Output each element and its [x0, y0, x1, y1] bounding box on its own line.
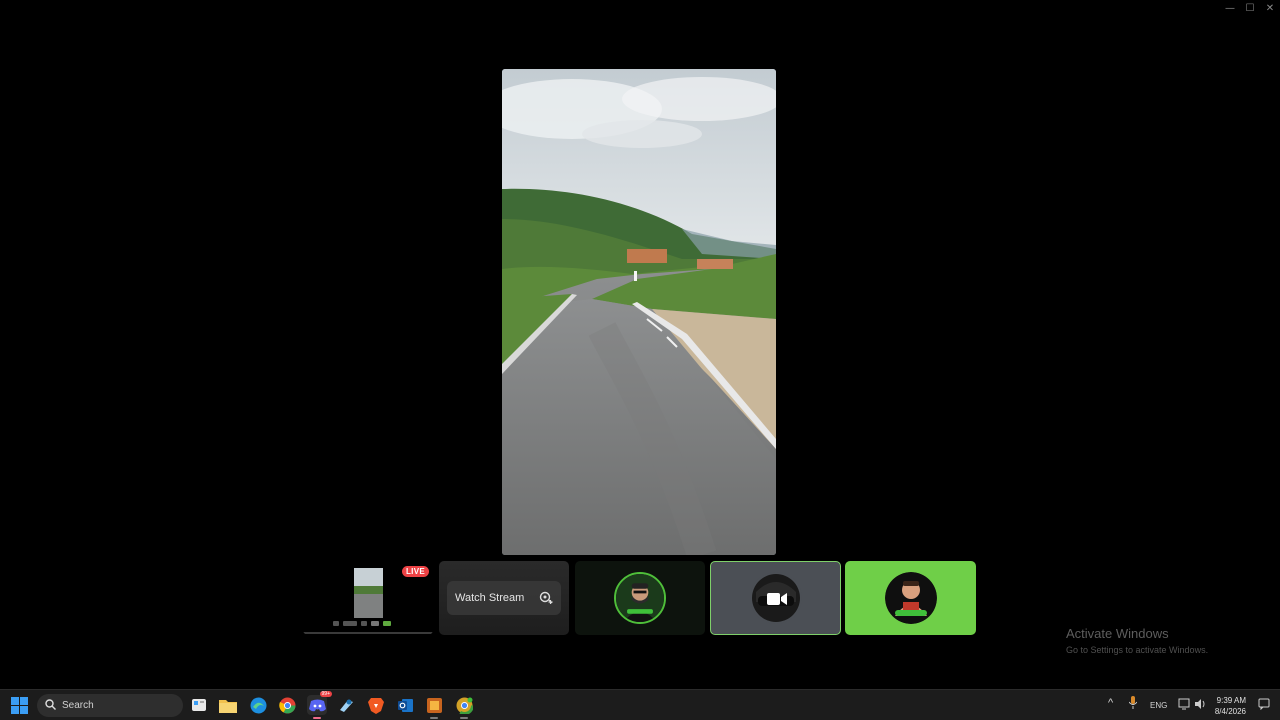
search-icon	[45, 697, 56, 715]
self-preview-controls	[333, 618, 433, 628]
watermark-subtitle: Go to Settings to activate Windows.	[1066, 645, 1209, 655]
live-badge: LIVE	[402, 566, 429, 577]
self-stream-preview-tile[interactable]: LIVE	[303, 561, 433, 635]
file-explorer-icon[interactable]	[218, 695, 238, 715]
taskbar: Search 99+ ^ ENG 9:39 AM 8/4/2026	[0, 689, 1280, 720]
steam-icon[interactable]	[336, 695, 356, 715]
watch-stream-button[interactable]: Watch Stream	[447, 581, 561, 615]
activate-windows-watermark: Activate Windows Go to Settings to activ…	[1066, 626, 1208, 655]
discord-icon[interactable]: 99+	[307, 691, 332, 719]
participant-tile-1[interactable]	[575, 561, 705, 635]
clock[interactable]: 9:39 AM 8/4/2026	[1215, 695, 1246, 717]
notification-icon[interactable]	[1258, 698, 1270, 712]
start-icon[interactable]	[11, 697, 28, 714]
language-indicator[interactable]: ENG	[1150, 701, 1167, 710]
participant-tile-3[interactable]	[845, 561, 976, 635]
clock-date: 8/4/2026	[1214, 707, 1246, 716]
chevron-up-icon[interactable]: ^	[1108, 697, 1113, 709]
chrome-icon[interactable]	[277, 695, 297, 715]
window-controls: — ☐ ✕	[1220, 0, 1280, 16]
participant-tile-2[interactable]	[710, 561, 841, 635]
brave-icon[interactable]	[366, 695, 386, 715]
clock-time: 9:39 AM	[1216, 696, 1246, 705]
search-input[interactable]: Search	[37, 694, 183, 717]
self-preview-progress	[303, 632, 433, 634]
watch-stream-tile[interactable]: Watch Stream	[439, 561, 569, 635]
edge-icon[interactable]	[248, 695, 268, 715]
video-camera-icon[interactable]	[767, 592, 787, 606]
discord-badge: 99+	[319, 691, 332, 697]
outlook-icon[interactable]	[395, 695, 415, 715]
maximize-icon[interactable]: ☐	[1240, 0, 1260, 16]
game-icon[interactable]	[424, 695, 444, 719]
search-label: Search	[62, 700, 94, 711]
system-tray: ^ ENG 9:39 AM 8/4/2026	[1100, 690, 1280, 720]
main-stream-video[interactable]	[502, 69, 776, 555]
widgets-icon[interactable]	[189, 695, 209, 715]
self-stream-thumbnail	[354, 568, 383, 618]
bearded-man-avatar	[614, 572, 666, 624]
network-icon[interactable]	[1178, 698, 1190, 712]
watch-stream-label: Watch Stream	[455, 592, 525, 604]
close-icon[interactable]: ✕	[1260, 0, 1280, 16]
watch-stream-icon	[536, 588, 556, 608]
minimize-icon[interactable]: —	[1220, 0, 1240, 16]
volume-icon[interactable]	[1194, 698, 1206, 712]
cartoon-man-avatar	[884, 572, 937, 624]
microphone-icon[interactable]	[1128, 696, 1138, 711]
chrome-dev-icon[interactable]	[454, 695, 474, 719]
watermark-title: Activate Windows	[1066, 626, 1169, 641]
